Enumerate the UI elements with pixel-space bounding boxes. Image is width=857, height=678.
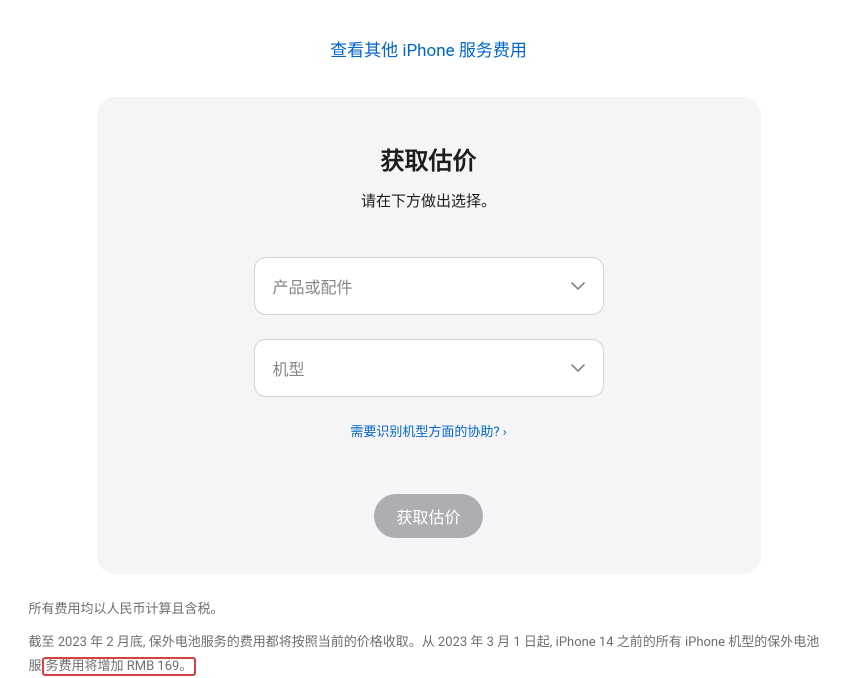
footnote-2: 截至 2023 年 2 月底, 保外电池服务的费用都将按照当前的价格收取。从 2… bbox=[29, 631, 829, 678]
product-select-placeholder: 产品或配件 bbox=[273, 274, 353, 298]
estimate-card: 获取估价 请在下方做出选择。 产品或配件 机型 需要识别机型方面的协助? 获取估… bbox=[97, 97, 761, 574]
product-select[interactable]: 产品或配件 bbox=[254, 257, 604, 315]
chevron-down-icon bbox=[571, 282, 585, 290]
chevron-down-icon bbox=[571, 364, 585, 372]
footnote-1: 所有费用均以人民币计算且含税。 bbox=[29, 598, 829, 621]
model-select[interactable]: 机型 bbox=[254, 339, 604, 397]
card-subtitle: 请在下方做出选择。 bbox=[137, 190, 721, 211]
footnotes: 所有费用均以人民币计算且含税。 截至 2023 年 2 月底, 保外电池服务的费… bbox=[19, 598, 839, 678]
price-increase-highlight: 务费用将增加 RMB 169。 bbox=[42, 657, 197, 676]
top-link-container: 查看其他 iPhone 服务费用 bbox=[0, 36, 857, 61]
help-link-container: 需要识别机型方面的协助? bbox=[137, 421, 721, 440]
get-estimate-button[interactable]: 获取估价 bbox=[374, 494, 482, 538]
model-select-placeholder: 机型 bbox=[273, 356, 305, 380]
other-services-link[interactable]: 查看其他 iPhone 服务费用 bbox=[330, 41, 527, 61]
identify-model-help-link[interactable]: 需要识别机型方面的协助? bbox=[350, 425, 506, 440]
card-title: 获取估价 bbox=[137, 141, 721, 176]
